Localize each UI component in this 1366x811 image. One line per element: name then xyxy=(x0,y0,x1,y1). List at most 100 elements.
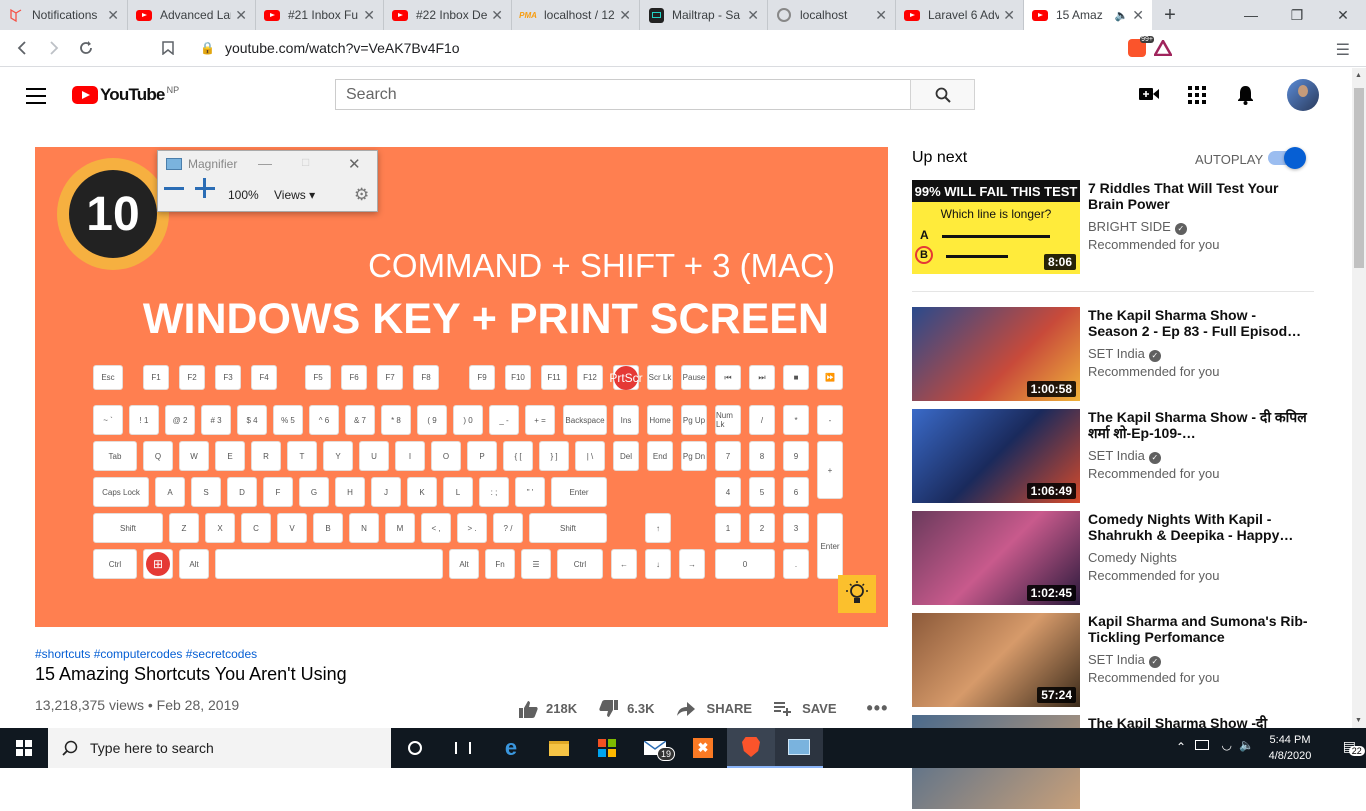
browser-tab[interactable]: PMA localhost / 12 ✕ xyxy=(512,0,640,30)
brave-shields-icon[interactable]: 99+ xyxy=(1128,36,1154,57)
channel-name[interactable]: BRIGHT SIDE ✓ xyxy=(1088,219,1187,235)
edge-browser-icon[interactable]: e xyxy=(487,728,535,768)
microsoft-store-icon[interactable] xyxy=(583,728,631,768)
zoom-out-button[interactable] xyxy=(164,187,184,190)
recommended-video-title[interactable]: The Kapil Sharma Show - Season 2 - Ep 83… xyxy=(1088,307,1308,339)
magnifier-close-button[interactable]: ✕ xyxy=(348,155,361,173)
keyboard-key: R xyxy=(251,441,281,471)
recommended-video[interactable]: 57:24 Kapil Sharma and Sumona's Rib-Tickl… xyxy=(912,613,1314,709)
close-tab-icon[interactable]: ✕ xyxy=(875,7,887,24)
magnifier-taskbar-icon[interactable] xyxy=(775,728,823,768)
browser-tab[interactable]: #22 Inbox De ✕ xyxy=(384,0,512,30)
more-actions-icon[interactable]: ••• xyxy=(867,698,889,719)
youtube-icon xyxy=(264,7,280,23)
recommended-video[interactable]: 1:02:45 Comedy Nights With Kapil - Shahru… xyxy=(912,511,1314,607)
close-tab-icon[interactable]: ✕ xyxy=(235,7,247,24)
save-button[interactable]: SAVE xyxy=(774,701,837,716)
brave-rewards-icon[interactable] xyxy=(1154,40,1172,56)
recommended-video-title[interactable]: Comedy Nights With Kapil - Shahrukh & De… xyxy=(1088,511,1308,543)
network-icon[interactable] xyxy=(1195,740,1209,750)
like-button[interactable]: 218K xyxy=(518,700,577,718)
browser-tab[interactable]: #21 Inbox Fu ✕ xyxy=(256,0,384,30)
action-center-icon[interactable]: ▤ 22 xyxy=(1343,738,1365,756)
browser-menu-icon[interactable]: ☰ xyxy=(1336,40,1350,60)
magnifier-settings-gear-icon[interactable]: ⚙ xyxy=(354,185,369,205)
close-tab-icon[interactable]: ✕ xyxy=(107,7,119,24)
browser-tab[interactable]: localhost ✕ xyxy=(768,0,896,30)
magnifier-maximize-button[interactable]: □ xyxy=(302,155,309,169)
video-thumbnail[interactable]: 99% WILL FAIL THIS TEST Which line is lon… xyxy=(912,180,1080,274)
create-video-icon[interactable] xyxy=(1139,87,1159,101)
close-tab-icon[interactable]: ✕ xyxy=(1132,7,1144,24)
brave-browser-icon[interactable] xyxy=(727,728,775,768)
new-tab-button[interactable]: + xyxy=(1152,0,1188,30)
recommended-video-title[interactable]: 7 Riddles That Will Test Your Brain Powe… xyxy=(1088,180,1308,212)
search-button[interactable] xyxy=(910,79,975,110)
channel-name[interactable]: Comedy Nights xyxy=(1088,550,1177,565)
show-hidden-icons-icon[interactable]: ⌃ xyxy=(1176,740,1186,754)
channel-name[interactable]: SET India ✓ xyxy=(1088,652,1161,668)
channel-name[interactable]: SET India ✓ xyxy=(1088,346,1161,362)
scrollbar-thumb[interactable] xyxy=(1354,88,1364,268)
browser-tab[interactable]: Laravel 6 Adv ✕ xyxy=(896,0,1024,30)
autoplay-toggle[interactable] xyxy=(1268,147,1306,169)
user-avatar[interactable] xyxy=(1287,79,1319,111)
zoom-in-button[interactable] xyxy=(195,178,215,198)
reload-button[interactable] xyxy=(70,32,102,64)
share-button[interactable]: SHARE xyxy=(676,701,752,716)
search-input[interactable]: Search xyxy=(335,79,911,110)
youtube-logo[interactable]: YouTube NP xyxy=(72,85,179,105)
task-view-icon[interactable] xyxy=(439,728,487,768)
maximize-button[interactable]: ❐ xyxy=(1274,0,1320,30)
volume-icon[interactable]: 🔈 xyxy=(1239,738,1254,752)
video-player[interactable]: 10 COMMAND + SHIFT + 3 (MAC) WINDOWS KEY… xyxy=(35,147,888,627)
close-tab-icon[interactable]: ✕ xyxy=(491,7,503,24)
address-bar[interactable]: 🔒 youtube.com/watch?v=VeAK7Bv4F1o 99+ xyxy=(186,33,1178,63)
recommended-video[interactable]: 1:06:49 The Kapil Sharma Show - दी कपिल श… xyxy=(912,409,1314,505)
close-window-button[interactable]: ✕ xyxy=(1320,0,1366,30)
browser-tab[interactable]: Advanced Lar ✕ xyxy=(128,0,256,30)
minimize-button[interactable]: — xyxy=(1228,0,1274,30)
forward-button[interactable] xyxy=(38,32,70,64)
recommended-video-title[interactable]: The Kapil Sharma Show - दी कपिल शर्मा शो… xyxy=(1088,409,1308,441)
close-tab-icon[interactable]: ✕ xyxy=(619,7,631,24)
magnifier-minimize-button[interactable]: — xyxy=(258,155,272,171)
file-explorer-icon[interactable] xyxy=(535,728,583,768)
recommended-video-title[interactable]: Kapil Sharma and Sumona's Rib-Tickling P… xyxy=(1088,613,1308,645)
close-tab-icon[interactable]: ✕ xyxy=(747,7,759,24)
hamburger-menu-icon[interactable] xyxy=(26,88,46,104)
close-tab-icon[interactable]: ✕ xyxy=(363,7,375,24)
bookmark-button[interactable] xyxy=(152,32,184,64)
tab-audio-icon[interactable]: 🔈 xyxy=(1115,9,1129,22)
browser-tab[interactable]: 15 Amaz 🔈 ✕ xyxy=(1024,0,1152,30)
cortana-icon[interactable] xyxy=(391,728,439,768)
video-duration: 8:06 xyxy=(1043,254,1076,270)
apps-grid-icon[interactable] xyxy=(1188,86,1206,104)
taskbar-search-box[interactable]: Type here to search xyxy=(48,728,391,768)
video-hashtags[interactable]: #shortcuts #computercodes #secretcodes xyxy=(35,647,257,661)
xampp-icon[interactable]: ✖ xyxy=(679,728,727,768)
keyboard-key: ⏭ xyxy=(749,365,775,390)
keyboard-key: ← xyxy=(611,549,637,579)
page-scrollbar[interactable]: ▲ ▼ xyxy=(1352,68,1366,728)
wifi-icon[interactable]: ◡ xyxy=(1222,738,1232,752)
close-tab-icon[interactable]: ✕ xyxy=(1003,7,1015,24)
magnifier-window[interactable]: Magnifier — □ ✕ 100% Views ▾ ⚙ xyxy=(157,150,378,212)
recommended-video[interactable]: 99% WILL FAIL THIS TEST Which line is lon… xyxy=(912,180,1314,276)
system-clock[interactable]: 5:44 PM 4/8/2020 xyxy=(1260,732,1320,764)
recommended-video[interactable]: 1:00:58 The Kapil Sharma Show - Season 2 … xyxy=(912,307,1314,403)
back-button[interactable] xyxy=(6,32,38,64)
browser-tab[interactable]: Notifications ✕ xyxy=(0,0,128,30)
mail-icon[interactable]: 19 xyxy=(631,728,679,768)
video-thumbnail[interactable]: 1:06:49 xyxy=(912,409,1080,503)
video-thumbnail[interactable]: 1:02:45 xyxy=(912,511,1080,605)
video-thumbnail[interactable]: 57:24 xyxy=(912,613,1080,707)
views-dropdown[interactable]: Views ▾ xyxy=(274,188,315,202)
channel-name[interactable]: SET India ✓ xyxy=(1088,448,1161,464)
start-button[interactable] xyxy=(0,728,48,768)
notifications-bell-icon[interactable] xyxy=(1237,85,1254,105)
dislike-button[interactable]: 6.3K xyxy=(599,699,655,718)
video-duration: 1:06:49 xyxy=(1026,483,1076,499)
browser-tab[interactable]: Mailtrap - Sa ✕ xyxy=(640,0,768,30)
video-thumbnail[interactable]: 1:00:58 xyxy=(912,307,1080,401)
